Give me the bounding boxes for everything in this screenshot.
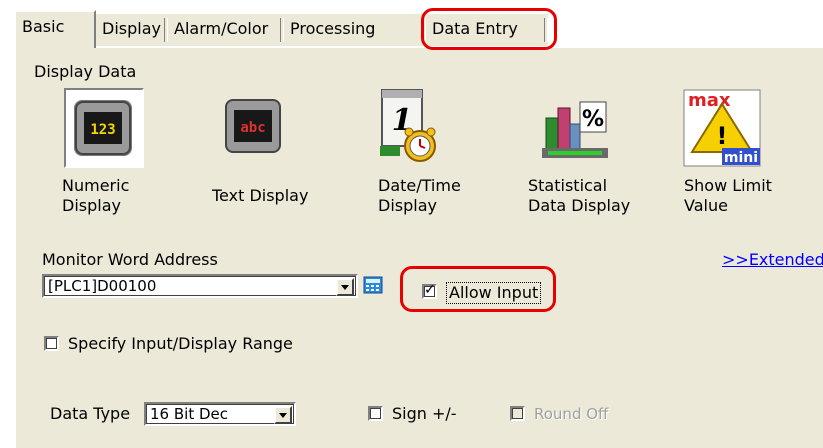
data-type-label: Data Type	[50, 404, 131, 423]
text-display-icon: abc	[225, 99, 281, 153]
sign-label[interactable]: Sign +/-	[392, 404, 457, 424]
warn-icon-text: !	[717, 122, 728, 150]
tab-display[interactable]: Display	[96, 14, 168, 46]
allow-input-highlight	[400, 266, 556, 312]
date-time-display-label: Date/Time Display	[378, 176, 461, 215]
text-icon-text: abc	[240, 120, 265, 136]
numeric-display-option[interactable]: 123	[64, 88, 144, 168]
tab-basic[interactable]: Basic	[14, 10, 96, 48]
text-display-label: Text Display	[212, 186, 309, 205]
date-time-display-icon: 1	[380, 89, 436, 162]
calculator-icon	[363, 276, 383, 294]
statistical-data-option[interactable]: %	[536, 88, 616, 168]
specify-range-label[interactable]: Specify Input/Display Range	[68, 334, 293, 354]
tab-alarm-color[interactable]: Alarm/Color	[168, 14, 284, 46]
numeric-display-label: Numeric Display	[62, 176, 130, 215]
statistical-data-icon: %	[542, 101, 608, 158]
data-entry-tab-highlight	[421, 8, 557, 50]
tab-display-label: Display	[102, 19, 161, 38]
tab-processing[interactable]: Processing	[284, 14, 426, 46]
data-type-dropdown-button[interactable]	[274, 406, 292, 424]
sign-checkbox[interactable]	[368, 406, 383, 421]
round-off-checkbox[interactable]	[510, 406, 525, 421]
extended-link[interactable]: >>Extended	[722, 250, 823, 270]
monitor-address-value: [PLC1]D00100	[48, 277, 157, 295]
show-limit-value-icon: max ! mini	[683, 89, 761, 167]
monitor-address-dropdown-button[interactable]	[336, 278, 354, 296]
statistical-data-label: Statistical Data Display	[528, 176, 631, 215]
tab-basic-label: Basic	[22, 17, 65, 36]
display-data-heading: Display Data	[34, 62, 137, 81]
tab-alarm-color-label: Alarm/Color	[174, 19, 269, 38]
text-display-option[interactable]: abc	[216, 88, 296, 168]
numeric-display-icon: 123	[74, 100, 132, 156]
show-limit-value-option[interactable]: max ! mini	[682, 88, 762, 168]
data-type-value: 16 Bit Dec	[150, 405, 228, 423]
date-time-display-option[interactable]: 1	[372, 88, 452, 168]
address-input-calculator-button[interactable]	[362, 274, 384, 296]
data-type-select[interactable]: 16 Bit Dec	[144, 402, 296, 426]
numeric-icon-text: 123	[90, 122, 115, 138]
basic-settings-panel: Display Data 123 Numeric Display abc Text…	[14, 46, 823, 448]
stat-icon-text: %	[582, 107, 604, 132]
round-off-label: Round Off	[534, 405, 609, 423]
show-limit-value-label: Show Limit Value	[684, 176, 772, 215]
monitor-word-address-label: Monitor Word Address	[42, 250, 218, 269]
mini-icon-text: mini	[724, 150, 758, 166]
tab-processing-label: Processing	[290, 19, 376, 38]
monitor-address-combo[interactable]: [PLC1]D00100	[42, 274, 358, 298]
specify-range-checkbox[interactable]	[44, 336, 59, 351]
